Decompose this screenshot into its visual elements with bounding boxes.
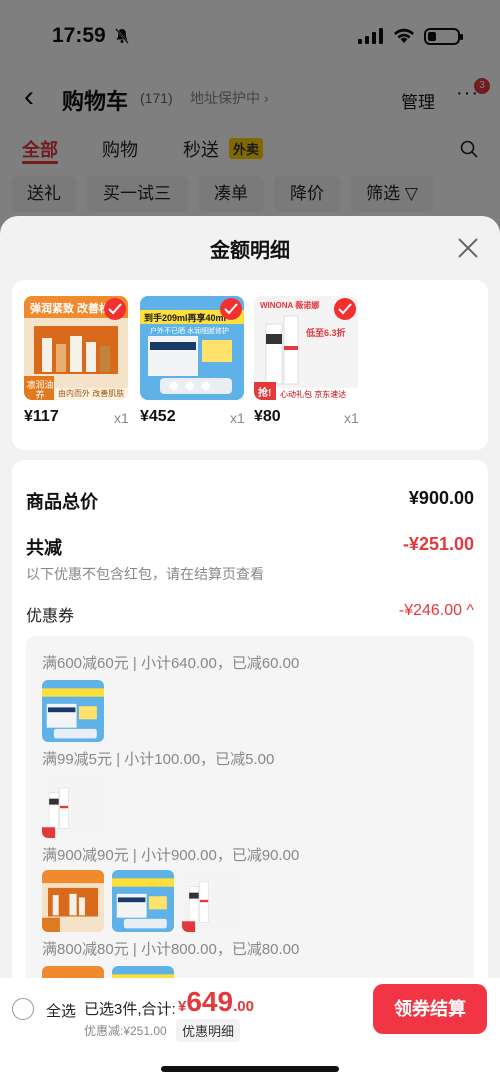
coupon-rule: 满800减80元 | 小计800.00，已减80.00 <box>42 941 300 958</box>
total-decimal: .00 <box>233 998 254 1015</box>
product-price: ¥117 <box>24 408 59 425</box>
product-item[interactable]: 到手209ml再享40ml 户外不已晒 水润细腻修护 ¥452 x1 <box>140 296 245 426</box>
product-image-caption: 低至6.3折 <box>306 328 346 338</box>
discount-detail-button[interactable]: 优惠明细 <box>176 1019 241 1042</box>
checkout-bar: 全选 已选3件,合计: ¥649.00 优惠减:¥251.00 优惠明细 领券结… <box>0 978 500 1083</box>
checked-icon[interactable] <box>220 298 242 320</box>
total-discount-value: -¥251.00 <box>402 534 474 554</box>
goods-total-label: 商品总价 <box>26 492 98 512</box>
product-price: ¥80 <box>254 408 281 425</box>
product-image-caption: 抢! <box>258 388 272 399</box>
select-all-label[interactable]: 全选 <box>46 1000 76 1021</box>
coupon-rule: 满600减60元 | 小计640.00，已减60.00 <box>42 655 300 672</box>
product-qty: x1 <box>344 410 359 426</box>
select-all-radio[interactable] <box>12 998 34 1020</box>
discount-summary: 优惠减:¥251.00 <box>84 1024 167 1038</box>
checkout-button[interactable]: 领券结算 <box>373 984 487 1034</box>
product-image: WINONA 薇诺娜 低至6.3折 心动礼包 京东速达 抢! <box>254 296 358 400</box>
product-qty: x1 <box>114 410 129 426</box>
product-price: ¥452 <box>140 408 176 425</box>
selected-products-card: 弹润紧致 改善松弛 由内而外 改善肌肤 凛润油养 ¥117 x1 到手209ml… <box>12 280 488 450</box>
product-item[interactable]: 弹润紧致 改善松弛 由内而外 改善肌肤 凛润油养 ¥117 x1 <box>24 296 129 426</box>
coupon-rule: 满99减5元 | 小计100.00，已减5.00 <box>42 751 275 768</box>
product-image-caption: 到手209ml再享40ml <box>144 313 227 323</box>
product-qty: x1 <box>230 410 245 426</box>
amount-detail-sheet: 金额明细 弹润紧致 改善松弛 由内而外 改善肌肤 凛润油养 ¥117 x1 到手… <box>0 216 500 1083</box>
product-item[interactable]: WINONA 薇诺娜 低至6.3折 心动礼包 京东速达 抢! ¥80 x1 <box>254 296 359 426</box>
product-image: 到手209ml再享40ml 户外不已晒 水润细腻修护 <box>140 296 244 400</box>
checked-icon[interactable] <box>334 298 356 320</box>
product-image-caption: 户外不已晒 水润细腻修护 <box>150 328 229 335</box>
coupon-rule: 满900减90元 | 小计900.00，已减90.00 <box>42 847 300 864</box>
product-thumbnail <box>112 870 174 932</box>
product-thumbnail <box>182 870 244 932</box>
checked-icon[interactable] <box>104 298 126 320</box>
discount-note: 以下优惠不包含红包，请在结算页查看 <box>26 566 264 582</box>
product-image-caption: 由内而外 改善肌肤 <box>58 389 125 398</box>
product-image: 弹润紧致 改善松弛 由内而外 改善肌肤 凛润油养 <box>24 296 128 400</box>
product-image-caption: 凛润油养 <box>26 380 54 400</box>
home-indicator <box>161 1066 339 1072</box>
goods-total-value: ¥900.00 <box>408 488 474 508</box>
total-integer: 649 <box>186 986 234 1017</box>
coupon-label: 优惠券 <box>26 608 75 625</box>
close-icon[interactable] <box>456 236 480 260</box>
product-thumbnail <box>42 870 104 932</box>
product-image-caption: WINONA 薇诺娜 <box>260 301 320 310</box>
product-thumbnail <box>42 680 104 742</box>
total-discount-label: 共减 <box>26 538 62 558</box>
selected-summary: 已选3件,合计: <box>84 1001 176 1018</box>
coupon-toggle[interactable]: -¥246.00 ^ <box>399 602 474 620</box>
product-image-caption: 心动礼包 京东速达 <box>280 390 347 399</box>
product-thumbnail <box>42 776 104 838</box>
sheet-title: 金额明细 <box>210 240 290 262</box>
selected-total: ¥649.00 <box>178 986 254 1018</box>
